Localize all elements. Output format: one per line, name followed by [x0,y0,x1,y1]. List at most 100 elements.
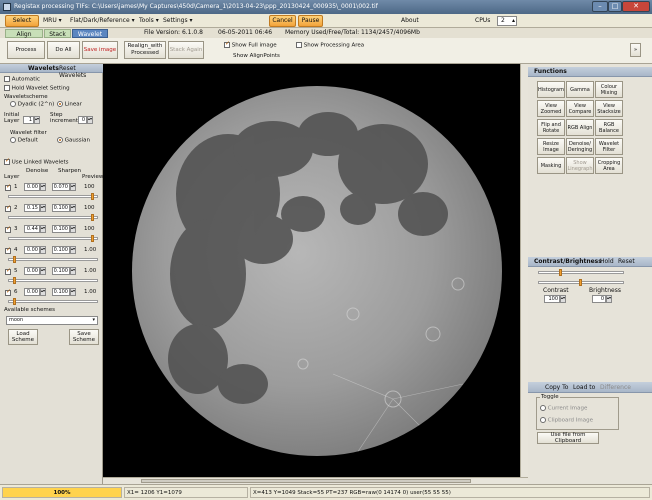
show-full-image-checkbox[interactable] [224,40,230,48]
denoise-deringing-button[interactable]: Denoise/ Deringing [566,138,594,155]
layer-denoise-input[interactable]: 0.00 [24,246,40,254]
vertical-scrollbar[interactable] [520,64,528,477]
hold-wavelet-option[interactable]: Hold Wavelet Setting [4,85,70,92]
layer-sharpen-input[interactable]: 0.100 [52,246,70,254]
show-linegraph-button[interactable]: Show Linegraph [566,157,594,174]
layer-slider[interactable] [8,235,98,242]
clipboard-image-radio[interactable] [540,417,546,423]
layer-denoise-input[interactable]: 0.44 [24,225,40,233]
view-compare-button[interactable]: View Compare [566,100,594,117]
menu-about[interactable]: About [401,16,419,26]
linear-radio[interactable] [57,101,63,107]
dyadic-radio[interactable] [10,101,16,107]
step-increment-spinner[interactable]: ▴▾ [87,116,93,124]
layer-denoise-spinner[interactable]: ▴▾ [40,288,46,296]
layer-slider-thumb[interactable] [91,214,94,221]
use-linked-option[interactable]: Use Linked Wavelets [4,157,69,166]
show-alignpoints-label[interactable]: Show AlignPoints [233,53,280,59]
step-increment-input[interactable]: 0 [78,116,87,124]
layer-enable-checkbox[interactable] [5,288,11,296]
scheme-select[interactable]: moon ▾ [6,316,98,325]
show-full-image-option[interactable]: Show Full image [224,40,277,49]
layer-denoise-input[interactable]: 0.15 [24,204,40,212]
initial-layer-spinner[interactable]: ▴▾ [34,116,40,124]
brightness-input[interactable]: 0 [592,295,606,303]
save-scheme-button[interactable]: Save Scheme [69,329,99,345]
view-stacksize-button[interactable]: View Stacksize [595,100,623,117]
layer-sharpen-input[interactable]: 0.100 [52,225,70,233]
flip-and-rotate-button[interactable]: Flip and Rotate [537,119,565,136]
contrast-spinner[interactable]: ▴▾ [560,295,566,303]
menu-tools[interactable]: Tools ▾ [139,16,159,26]
clipboard-image-option[interactable]: Clipboard Image [540,417,593,424]
contrast-slider[interactable] [538,269,624,276]
gaussian-filter-radio[interactable] [57,137,63,143]
layer-sharpen-spinner[interactable]: ▴▾ [70,204,76,212]
automatic-option[interactable]: Automatic [4,76,40,83]
layer-enable-checkbox[interactable] [5,225,11,233]
reset-button[interactable]: Reset [618,257,635,267]
layer-slider-thumb[interactable] [91,235,94,242]
pause-button[interactable]: Pause [298,15,323,27]
layer-sharpen-input[interactable]: 0.100 [52,267,70,275]
gamma-button[interactable]: Gamma [566,81,594,98]
layer-sharpen-spinner[interactable]: ▴▾ [70,288,76,296]
do-all-button[interactable]: Do All [47,41,80,59]
reset-wavelets-button[interactable]: Reset Wavelets [59,65,103,79]
layer-denoise-spinner[interactable]: ▴▾ [40,267,46,275]
current-image-option[interactable]: Current Image [540,405,587,412]
layer-sharpen-input[interactable]: 0.100 [52,288,70,296]
layer-slider-thumb[interactable] [13,277,16,284]
cpus-select[interactable]: 2 ▴ [497,16,517,26]
hold-wavelet-checkbox[interactable] [4,85,10,91]
cropping-area-button[interactable]: Cropping Area [595,157,623,174]
tab-align[interactable]: Align [5,29,43,38]
load-to-button[interactable]: Load to [573,384,595,391]
layer-enable-checkbox[interactable] [5,183,11,191]
rgb-align-button[interactable]: RGB Align [566,119,594,136]
save-image-button[interactable]: Save image [82,41,118,59]
hold-button[interactable]: Hold [600,257,614,267]
minimize-button[interactable]: – [592,1,608,12]
use-file-from-clipboard-button[interactable]: Use file from Clipboard [537,432,599,444]
current-image-radio[interactable] [540,405,546,411]
layer-denoise-spinner[interactable]: ▴▾ [40,246,46,254]
load-scheme-button[interactable]: Load Scheme [8,329,38,345]
layer-slider-thumb[interactable] [91,193,94,200]
layer-slider[interactable] [8,256,98,263]
layer-enable-checkbox[interactable] [5,267,11,275]
layer-enable-checkbox[interactable] [5,204,11,212]
colour-mixing-button[interactable]: Colour Mixing [595,81,623,98]
layer-denoise-input[interactable]: 0.00 [24,267,40,275]
process-button[interactable]: Process [7,41,45,59]
histogram-button[interactable]: Histogram [537,81,565,98]
layer-sharpen-spinner[interactable]: ▴▾ [70,246,76,254]
dyadic-option[interactable]: Dyadic (2^n) [10,101,54,108]
cancel-button[interactable]: Cancel [269,15,296,27]
default-filter-radio[interactable] [10,137,16,143]
layer-slider[interactable] [8,214,98,221]
horizontal-scrollbar[interactable] [103,477,528,484]
select-button[interactable]: Select [5,15,39,27]
wavelet-filter-button[interactable]: Wavelet Filter [595,138,623,155]
initial-layer-input[interactable]: 1 [23,116,34,124]
layer-denoise-input[interactable]: 0.00 [24,288,40,296]
linear-option[interactable]: Linear [57,101,82,108]
menu-mru[interactable]: MRU ▾ [43,16,62,26]
layer-denoise-input[interactable]: 0.00 [24,183,40,191]
layer-slider[interactable] [8,277,98,284]
show-processing-area-checkbox[interactable] [296,42,302,48]
layer-slider[interactable] [8,193,98,200]
layer-slider-thumb[interactable] [13,298,16,305]
layer-denoise-spinner[interactable]: ▴▾ [40,183,46,191]
horizontal-scroll-thumb[interactable] [141,479,471,483]
stack-again-button[interactable]: Stack Again [168,41,204,59]
image-viewport[interactable] [103,64,528,477]
difference-button[interactable]: Difference [600,384,631,391]
realign-processed-button[interactable]: Realign_with Processed [124,41,166,59]
layer-sharpen-spinner[interactable]: ▴▾ [70,267,76,275]
layer-slider[interactable] [8,298,98,305]
layer-denoise-spinner[interactable]: ▴▾ [40,204,46,212]
layer-sharpen-spinner[interactable]: ▴▾ [70,183,76,191]
layer-enable-checkbox[interactable] [5,246,11,254]
